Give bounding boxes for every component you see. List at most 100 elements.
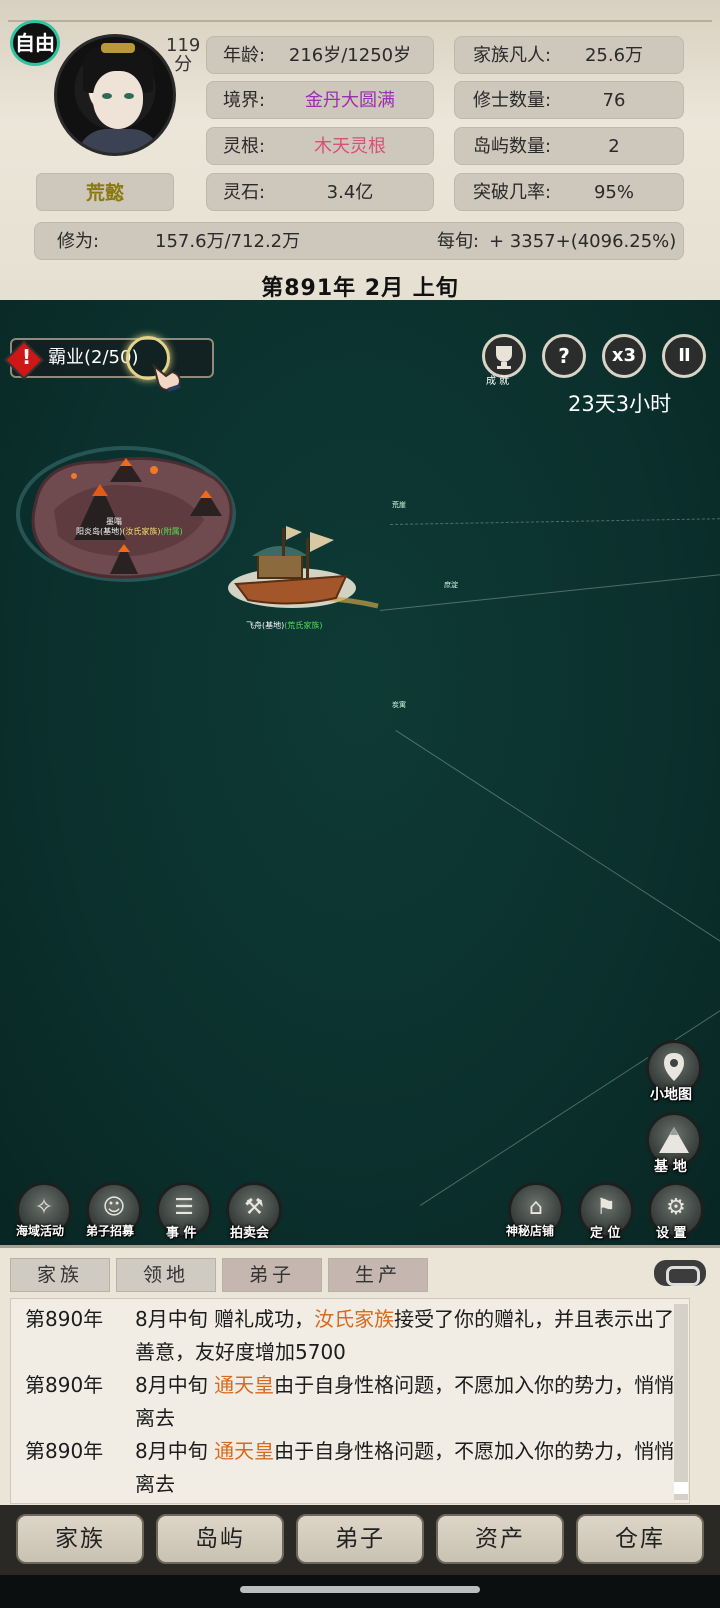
spirit-root-row: 灵根: 木天灵根 bbox=[206, 127, 434, 165]
cultivators-row: 修士数量: 76 bbox=[454, 81, 684, 119]
character-name[interactable]: 荒懿 bbox=[36, 173, 174, 211]
route-line bbox=[390, 518, 720, 525]
volcano-island[interactable] bbox=[14, 440, 244, 600]
age-value: 216岁/1250岁 bbox=[288, 45, 412, 66]
ship-label[interactable]: 飞舟(基地)(荒氏家族) bbox=[246, 620, 323, 631]
islands-row: 岛屿数量: 2 bbox=[454, 127, 684, 165]
log-text: 8月中旬 通天皇由于自身性格问题，不愿加入你的势力，悄悄离去 bbox=[135, 1435, 675, 1501]
per-period-value: + 3357+(4096.25%) bbox=[489, 231, 677, 252]
avatar-face bbox=[93, 71, 143, 129]
cultivation-value: 157.6万/712.2万 bbox=[155, 231, 301, 252]
compass-icon: ✧ bbox=[34, 1195, 54, 1220]
waypoint-label: 荒崖 bbox=[392, 501, 406, 509]
spirit-stone-row: 灵石: 3.4亿 bbox=[206, 173, 434, 211]
log-year: 第890年 bbox=[25, 1439, 104, 1463]
events-label: 事 件 bbox=[166, 1226, 197, 1241]
spirit-stone-label: 灵石: bbox=[223, 182, 266, 203]
waypoint-label: 炭寓 bbox=[392, 701, 406, 709]
log-expand-toggle[interactable] bbox=[654, 1260, 706, 1286]
cultivation-bar: 修为: 157.6万/712.2万 每旬: + 3357+(4096.25%) bbox=[34, 222, 684, 260]
nav-family[interactable]: 家族 bbox=[16, 1514, 144, 1564]
nav-warehouse[interactable]: 仓库 bbox=[576, 1514, 704, 1564]
avatar-eye bbox=[124, 93, 134, 99]
game-date: 第891年 2月 上旬 bbox=[261, 276, 459, 301]
locate-label: 定 位 bbox=[590, 1226, 621, 1241]
score-unit: 分 bbox=[174, 54, 193, 75]
log-list[interactable]: 第890年 8月中旬 赠礼成功，汝氏家族接受了你的赠礼，并且表示出了善意，友好度… bbox=[10, 1298, 690, 1504]
alert-mark: ! bbox=[22, 345, 32, 369]
scroll-icon: ☰ bbox=[174, 1195, 194, 1220]
gavel-icon: ⚒ bbox=[244, 1195, 264, 1220]
log-text-pre: 8月中旬 bbox=[135, 1373, 215, 1397]
log-scroll-thumb[interactable] bbox=[674, 1482, 688, 1494]
mortals-value: 25.6万 bbox=[584, 45, 644, 66]
log-text-pre: 8月中旬 赠礼成功， bbox=[135, 1307, 315, 1331]
sea-activity-label: 海域活动 bbox=[16, 1224, 65, 1238]
nav-assets[interactable]: 资产 bbox=[436, 1514, 564, 1564]
realm-label: 境界: bbox=[223, 90, 266, 111]
tab-production[interactable]: 生产 bbox=[328, 1258, 428, 1292]
cultivators-value: 76 bbox=[602, 90, 626, 111]
nav-disciples[interactable]: 弟子 bbox=[296, 1514, 424, 1564]
hegemony-label: 霸业(2/50) bbox=[48, 347, 139, 368]
mortals-row: 家族凡人: 25.6万 bbox=[454, 36, 684, 74]
tab-disciples[interactable]: 弟子 bbox=[222, 1258, 322, 1292]
island-relation: (附属) bbox=[160, 527, 183, 536]
avatar-eye bbox=[102, 93, 112, 99]
mortals-label: 家族凡人: bbox=[473, 45, 552, 66]
pause-button[interactable]: II bbox=[662, 334, 706, 378]
breakthrough-label: 突破几率: bbox=[473, 182, 552, 203]
island-name: 阳炎岛(基地) bbox=[76, 527, 123, 536]
flying-ship[interactable] bbox=[222, 518, 382, 628]
settings-label: 设 置 bbox=[656, 1226, 687, 1241]
gear-icon: ⚙ bbox=[666, 1195, 686, 1220]
route-line bbox=[395, 730, 720, 949]
flag-icon: ⚑ bbox=[596, 1195, 616, 1220]
log-panel: 家族 领地 弟子 生产 第890年 8月中旬 赠礼成功，汝氏家族接受了你的赠礼，… bbox=[0, 1245, 720, 1505]
log-highlight: 通天皇 bbox=[214, 1373, 275, 1397]
island-label[interactable]: 阳炎岛(基地)(汝氏家族)(附属) bbox=[76, 526, 183, 537]
pointing-hand-icon bbox=[152, 363, 182, 392]
log-highlight: 通天皇 bbox=[214, 1439, 275, 1463]
tab-family[interactable]: 家族 bbox=[10, 1258, 110, 1292]
spirit-root-value: 木天灵根 bbox=[314, 136, 386, 157]
countdown-timer: 23天3小时 bbox=[568, 392, 672, 416]
route-line bbox=[420, 1008, 720, 1206]
log-highlight: 汝氏家族 bbox=[314, 1307, 395, 1331]
nav-islands[interactable]: 岛屿 bbox=[156, 1514, 284, 1564]
log-year: 第890年 bbox=[25, 1307, 104, 1331]
free-status-badge[interactable]: 自由 bbox=[10, 20, 60, 66]
log-text: 8月中旬 赠礼成功，汝氏家族接受了你的赠礼，并且表示出了善意，友好度增加5700 bbox=[135, 1303, 675, 1369]
trophy-icon bbox=[496, 346, 512, 369]
realm-row: 境界: 金丹大圆满 bbox=[206, 81, 434, 119]
score: 119 分 bbox=[166, 36, 200, 74]
route-line bbox=[380, 573, 720, 611]
ship-family: (荒氏家族) bbox=[284, 621, 323, 630]
avatar-robe bbox=[77, 129, 161, 153]
help-button[interactable]: ? bbox=[542, 334, 586, 378]
spirit-stone-value: 3.4亿 bbox=[326, 182, 374, 203]
ship-name: 飞舟(基地) bbox=[246, 621, 285, 630]
status-panel: 自由 119 分 荒懿 年龄: 216岁/1250岁 境界: 金丹大圆满 灵根:… bbox=[0, 0, 720, 315]
tab-territory[interactable]: 领地 bbox=[116, 1258, 216, 1292]
log-text-pre: 8月中旬 bbox=[135, 1439, 215, 1463]
home-indicator[interactable] bbox=[240, 1586, 480, 1593]
waypoint-label: 庶淀 bbox=[444, 581, 458, 589]
islands-label: 岛屿数量: bbox=[473, 136, 552, 157]
log-text: 8月中旬 通天皇由于自身性格问题，不愿加入你的势力，悄悄离去 bbox=[135, 1369, 675, 1435]
shop-icon: ⌂ bbox=[529, 1195, 543, 1220]
age-label: 年龄: bbox=[223, 45, 266, 66]
spirit-root-label: 灵根: bbox=[223, 136, 266, 157]
log-scrollbar[interactable] bbox=[674, 1304, 688, 1500]
bottom-nav: 家族 岛屿 弟子 资产 仓库 bbox=[0, 1505, 720, 1575]
mystery-shop-label: 神秘店铺 bbox=[506, 1224, 555, 1238]
speed-button[interactable]: x3 bbox=[602, 334, 646, 378]
person-icon: ☺ bbox=[102, 1195, 126, 1220]
score-number: 119 bbox=[166, 35, 201, 56]
islands-value: 2 bbox=[608, 136, 620, 157]
cultivation-label: 修为: bbox=[57, 231, 100, 252]
avatar-crown bbox=[101, 43, 135, 53]
avatar[interactable] bbox=[54, 34, 176, 156]
achievement-label: 成 就 bbox=[486, 376, 510, 387]
island-family: (汝氏家族) bbox=[122, 527, 161, 536]
